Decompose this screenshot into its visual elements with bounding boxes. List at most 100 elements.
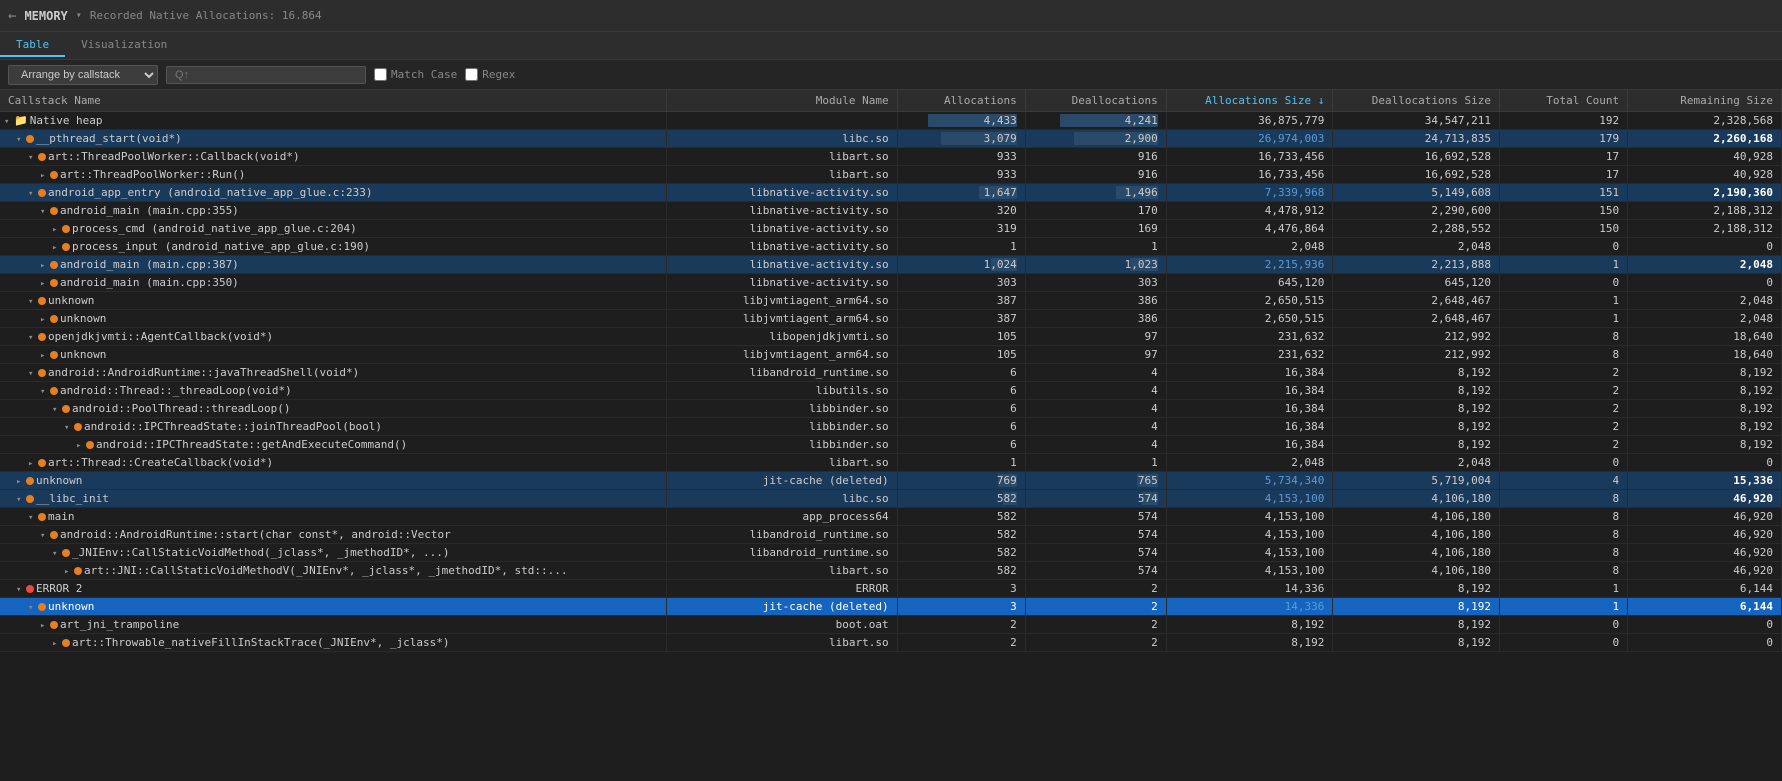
expand-icon[interactable]: ▾ [28, 369, 38, 379]
table-row[interactable]: ▸art_jni_trampolineboot.oat228,1928,1920… [0, 616, 1782, 634]
expand-icon[interactable]: ▾ [40, 207, 50, 217]
expand-icon[interactable]: ▸ [40, 315, 50, 325]
arrange-dropdown[interactable]: Arrange by callstack [8, 65, 158, 85]
dealloc-value: 4 [1151, 366, 1158, 379]
expand-icon[interactable]: ▸ [40, 351, 50, 361]
expand-icon[interactable]: ▸ [40, 261, 50, 271]
cell-allocs: 1,647 [897, 184, 1025, 202]
alloc-value: 4,433 [984, 114, 1017, 127]
table-row[interactable]: ▾android_main (main.cpp:355)libnative-ac… [0, 202, 1782, 220]
expand-icon[interactable]: ▸ [52, 243, 62, 253]
table-row[interactable]: ▾mainapp_process645825744,153,1004,106,1… [0, 508, 1782, 526]
table-row[interactable]: ▸unknownjit-cache (deleted)7697655,734,3… [0, 472, 1782, 490]
expand-icon[interactable]: ▾ [4, 117, 14, 127]
expand-icon[interactable]: ▾ [64, 423, 74, 433]
table-row[interactable]: ▾android::AndroidRuntime::start(char con… [0, 526, 1782, 544]
table-row[interactable]: ▸unknownlibjvmtiagent_arm64.so10597231,6… [0, 346, 1782, 364]
cell-remainsize: 2,188,312 [1628, 202, 1782, 220]
cell-module: jit-cache (deleted) [666, 598, 897, 616]
dropdown-arrow-icon[interactable]: ▾ [76, 10, 82, 21]
cell-callstack: ▾__libc_init [0, 490, 666, 508]
cell-totalcount: 8 [1499, 328, 1627, 346]
col-allocs[interactable]: Allocations [897, 90, 1025, 112]
expand-icon[interactable]: ▾ [40, 531, 50, 541]
expand-icon[interactable]: ▸ [40, 621, 50, 631]
cell-allocs: 933 [897, 166, 1025, 184]
table-row[interactable]: ▸unknownlibjvmtiagent_arm64.so3873862,65… [0, 310, 1782, 328]
table-row[interactable]: ▸art::JNI::CallStaticVoidMethodV(_JNIEnv… [0, 562, 1782, 580]
table-row[interactable]: ▾__libc_initlibc.so5825744,153,1004,106,… [0, 490, 1782, 508]
regex-checkbox[interactable] [465, 68, 478, 81]
table-row[interactable]: ▸process_input (android_native_app_glue.… [0, 238, 1782, 256]
expand-icon[interactable]: ▾ [52, 405, 62, 415]
table-row[interactable]: ▾ERROR 2ERROR3214,3368,19216,144 [0, 580, 1782, 598]
tab-visualization[interactable]: Visualization [65, 34, 183, 57]
cell-module: libandroid_runtime.so [666, 526, 897, 544]
expand-icon[interactable]: ▾ [28, 513, 38, 523]
table-row[interactable]: ▾android::PoolThread::threadLoop()libbin… [0, 400, 1782, 418]
table-row[interactable]: ▾android::AndroidRuntime::javaThreadShel… [0, 364, 1782, 382]
alloc-value: 933 [997, 150, 1017, 163]
cell-module: libutils.so [666, 382, 897, 400]
expand-icon[interactable]: ▸ [52, 639, 62, 649]
table-row[interactable]: ▾android::Thread::_threadLoop(void*)libu… [0, 382, 1782, 400]
alloc-value: 582 [997, 510, 1017, 523]
col-callstack[interactable]: Callstack Name [0, 90, 666, 112]
alloc-value: 387 [997, 312, 1017, 325]
table-container[interactable]: Callstack Name Module Name Allocations D… [0, 90, 1782, 781]
expand-icon[interactable]: ▸ [52, 225, 62, 235]
table-row[interactable]: ▾android_app_entry (android_native_app_g… [0, 184, 1782, 202]
col-module[interactable]: Module Name [666, 90, 897, 112]
table-row[interactable]: ▾unknownlibjvmtiagent_arm64.so3873862,65… [0, 292, 1782, 310]
cell-allocs: 6 [897, 364, 1025, 382]
expand-icon[interactable]: ▾ [52, 549, 62, 559]
cell-deallocs: 574 [1025, 508, 1166, 526]
expand-icon[interactable]: ▸ [40, 171, 50, 181]
col-totalcount[interactable]: Total Count [1499, 90, 1627, 112]
expand-icon[interactable]: ▾ [28, 297, 38, 307]
table-row[interactable]: ▾art::ThreadPoolWorker::Callback(void*)l… [0, 148, 1782, 166]
cell-remainsize: 0 [1628, 634, 1782, 652]
table-row[interactable]: ▾openjdkjvmti::AgentCallback(void*)libop… [0, 328, 1782, 346]
expand-icon[interactable]: ▾ [28, 189, 38, 199]
search-input[interactable] [166, 66, 366, 84]
cell-module: ERROR [666, 580, 897, 598]
expand-icon[interactable]: ▾ [16, 495, 26, 505]
cell-deallocs: 765 [1025, 472, 1166, 490]
col-deallocs[interactable]: Deallocations [1025, 90, 1166, 112]
table-row[interactable]: ▸art::ThreadPoolWorker::Run()libart.so93… [0, 166, 1782, 184]
match-case-checkbox[interactable] [374, 68, 387, 81]
back-button[interactable]: ← [8, 8, 16, 24]
expand-icon[interactable]: ▾ [28, 603, 38, 613]
expand-icon[interactable]: ▾ [40, 387, 50, 397]
table-row[interactable]: ▸android_main (main.cpp:387)libnative-ac… [0, 256, 1782, 274]
expand-icon[interactable]: ▾ [28, 153, 38, 163]
expand-icon[interactable]: ▾ [16, 585, 26, 595]
table-row[interactable]: ▾unknownjit-cache (deleted)3214,3368,192… [0, 598, 1782, 616]
table-row[interactable]: ▾__pthread_start(void*)libc.so3,0792,900… [0, 130, 1782, 148]
table-row[interactable]: ▾📁Native heap4,4334,24136,875,77934,547,… [0, 112, 1782, 130]
alloc-value: 6 [1010, 420, 1017, 433]
expand-icon[interactable]: ▸ [28, 459, 38, 469]
table-row[interactable]: ▸art::Thread::CreateCallback(void*)libar… [0, 454, 1782, 472]
tab-table[interactable]: Table [0, 34, 65, 57]
table-row[interactable]: ▸art::Throwable_nativeFillInStackTrace(_… [0, 634, 1782, 652]
col-deallocsize[interactable]: Deallocations Size [1333, 90, 1500, 112]
col-remainsize[interactable]: Remaining Size [1628, 90, 1782, 112]
alloc-value: 319 [997, 222, 1017, 235]
cell-deallocsize: 2,648,467 [1333, 310, 1500, 328]
col-allocsize[interactable]: Allocations Size ↓ [1166, 90, 1333, 112]
expand-icon[interactable]: ▸ [76, 441, 86, 451]
table-row[interactable]: ▾_JNIEnv::CallStaticVoidMethod(_jclass*,… [0, 544, 1782, 562]
table-row[interactable]: ▸process_cmd (android_native_app_glue.c:… [0, 220, 1782, 238]
expand-icon[interactable]: ▾ [28, 333, 38, 343]
table-row[interactable]: ▾android::IPCThreadState::joinThreadPool… [0, 418, 1782, 436]
expand-icon[interactable]: ▸ [16, 477, 26, 487]
expand-icon[interactable]: ▾ [16, 135, 26, 145]
table-row[interactable]: ▸android::IPCThreadState::getAndExecuteC… [0, 436, 1782, 454]
expand-icon[interactable]: ▸ [40, 279, 50, 289]
table-row[interactable]: ▸android_main (main.cpp:350)libnative-ac… [0, 274, 1782, 292]
expand-icon[interactable]: ▸ [64, 567, 74, 577]
cell-callstack: ▸android::IPCThreadState::getAndExecuteC… [0, 436, 666, 454]
cell-remainsize: 46,920 [1628, 544, 1782, 562]
